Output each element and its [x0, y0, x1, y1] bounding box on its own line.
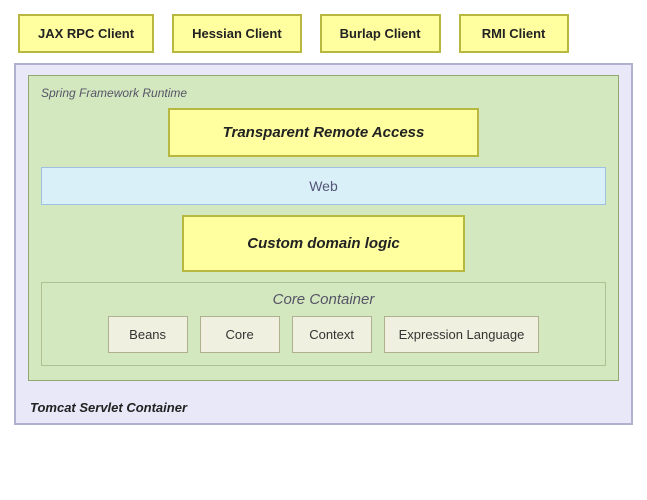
core-container-label: Core Container [52, 291, 595, 308]
hessian-client-label: Hessian Client [192, 26, 282, 41]
transparent-remote-access-box: Transparent Remote Access [168, 108, 479, 157]
web-bar: Web [41, 167, 606, 205]
hessian-client-box: Hessian Client [172, 14, 302, 53]
spring-runtime-box: Spring Framework Runtime Transparent Rem… [28, 75, 619, 381]
transparent-remote-access-label: Transparent Remote Access [223, 124, 425, 141]
tomcat-label: Tomcat Servlet Container [30, 400, 187, 415]
core-module-box: Core [200, 316, 280, 353]
expression-language-module-label: Expression Language [399, 327, 525, 342]
spring-runtime-label: Spring Framework Runtime [41, 86, 606, 100]
main-outer-container: Spring Framework Runtime Transparent Rem… [14, 63, 633, 425]
core-modules-row: Beans Core Context Expression Language [52, 316, 595, 353]
expression-language-module-box: Expression Language [384, 316, 540, 353]
custom-domain-logic-box: Custom domain logic [182, 215, 465, 272]
top-clients-row: JAX RPC Client Hessian Client Burlap Cli… [0, 0, 647, 63]
core-module-label: Core [226, 327, 254, 342]
context-module-box: Context [292, 316, 372, 353]
custom-domain-logic-label: Custom domain logic [247, 235, 400, 252]
beans-module-label: Beans [129, 327, 166, 342]
context-module-label: Context [309, 327, 354, 342]
burlap-client-label: Burlap Client [340, 26, 421, 41]
rmi-client-box: RMI Client [459, 14, 569, 53]
burlap-client-box: Burlap Client [320, 14, 441, 53]
beans-module-box: Beans [108, 316, 188, 353]
rmi-client-label: RMI Client [482, 26, 546, 41]
core-container-box: Core Container Beans Core Context Expres… [41, 282, 606, 366]
jax-rpc-client-box: JAX RPC Client [18, 14, 154, 53]
jax-rpc-client-label: JAX RPC Client [38, 26, 134, 41]
web-label: Web [309, 178, 338, 194]
